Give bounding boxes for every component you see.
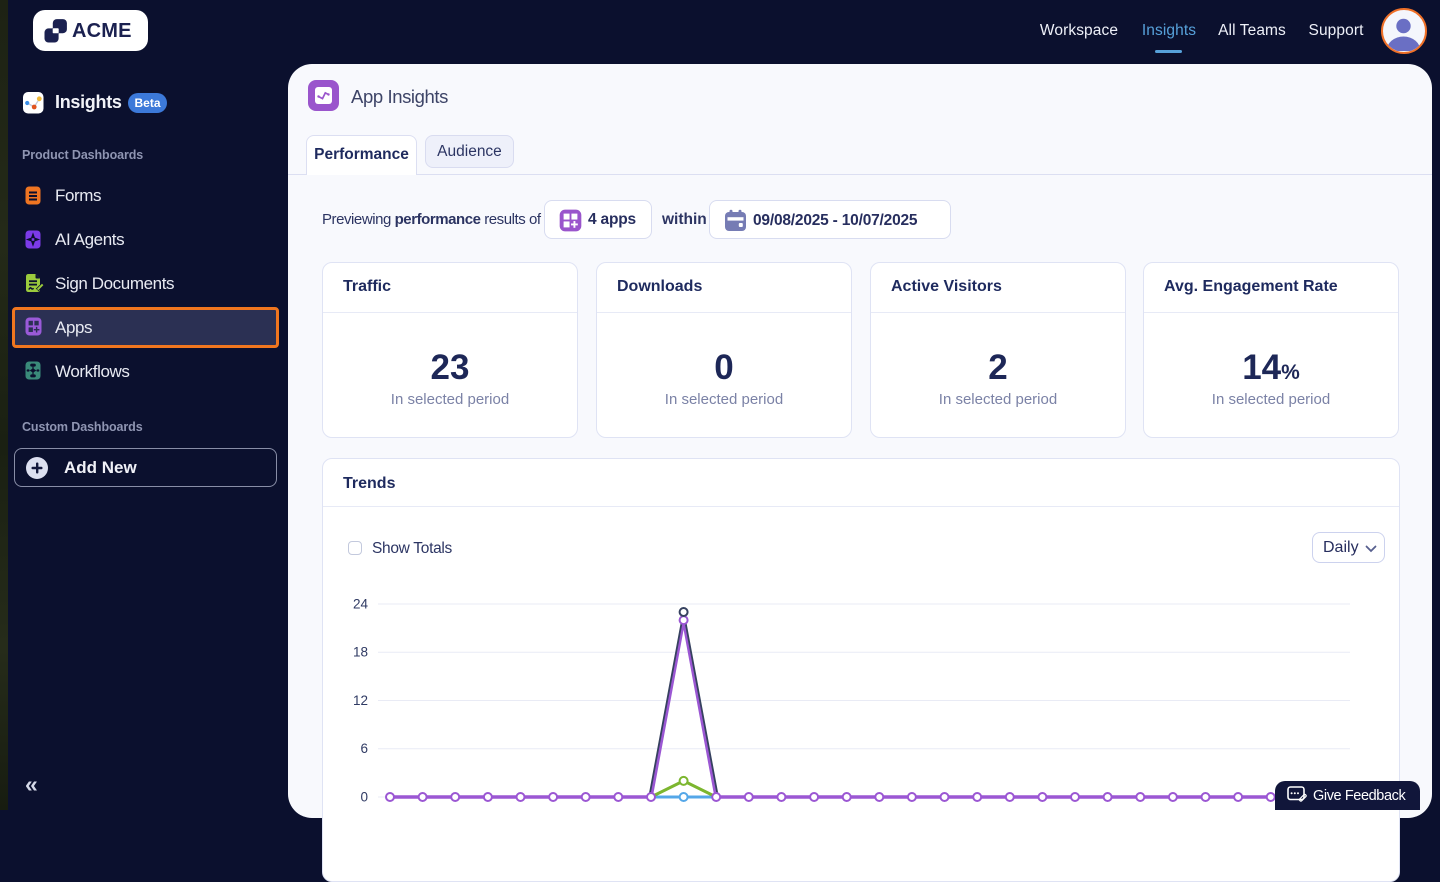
svg-text:18: 18 xyxy=(352,645,367,660)
svg-text:6: 6 xyxy=(360,741,368,756)
svg-text:0: 0 xyxy=(360,790,368,805)
svg-text:24: 24 xyxy=(352,597,368,612)
svg-text:12: 12 xyxy=(352,693,367,708)
